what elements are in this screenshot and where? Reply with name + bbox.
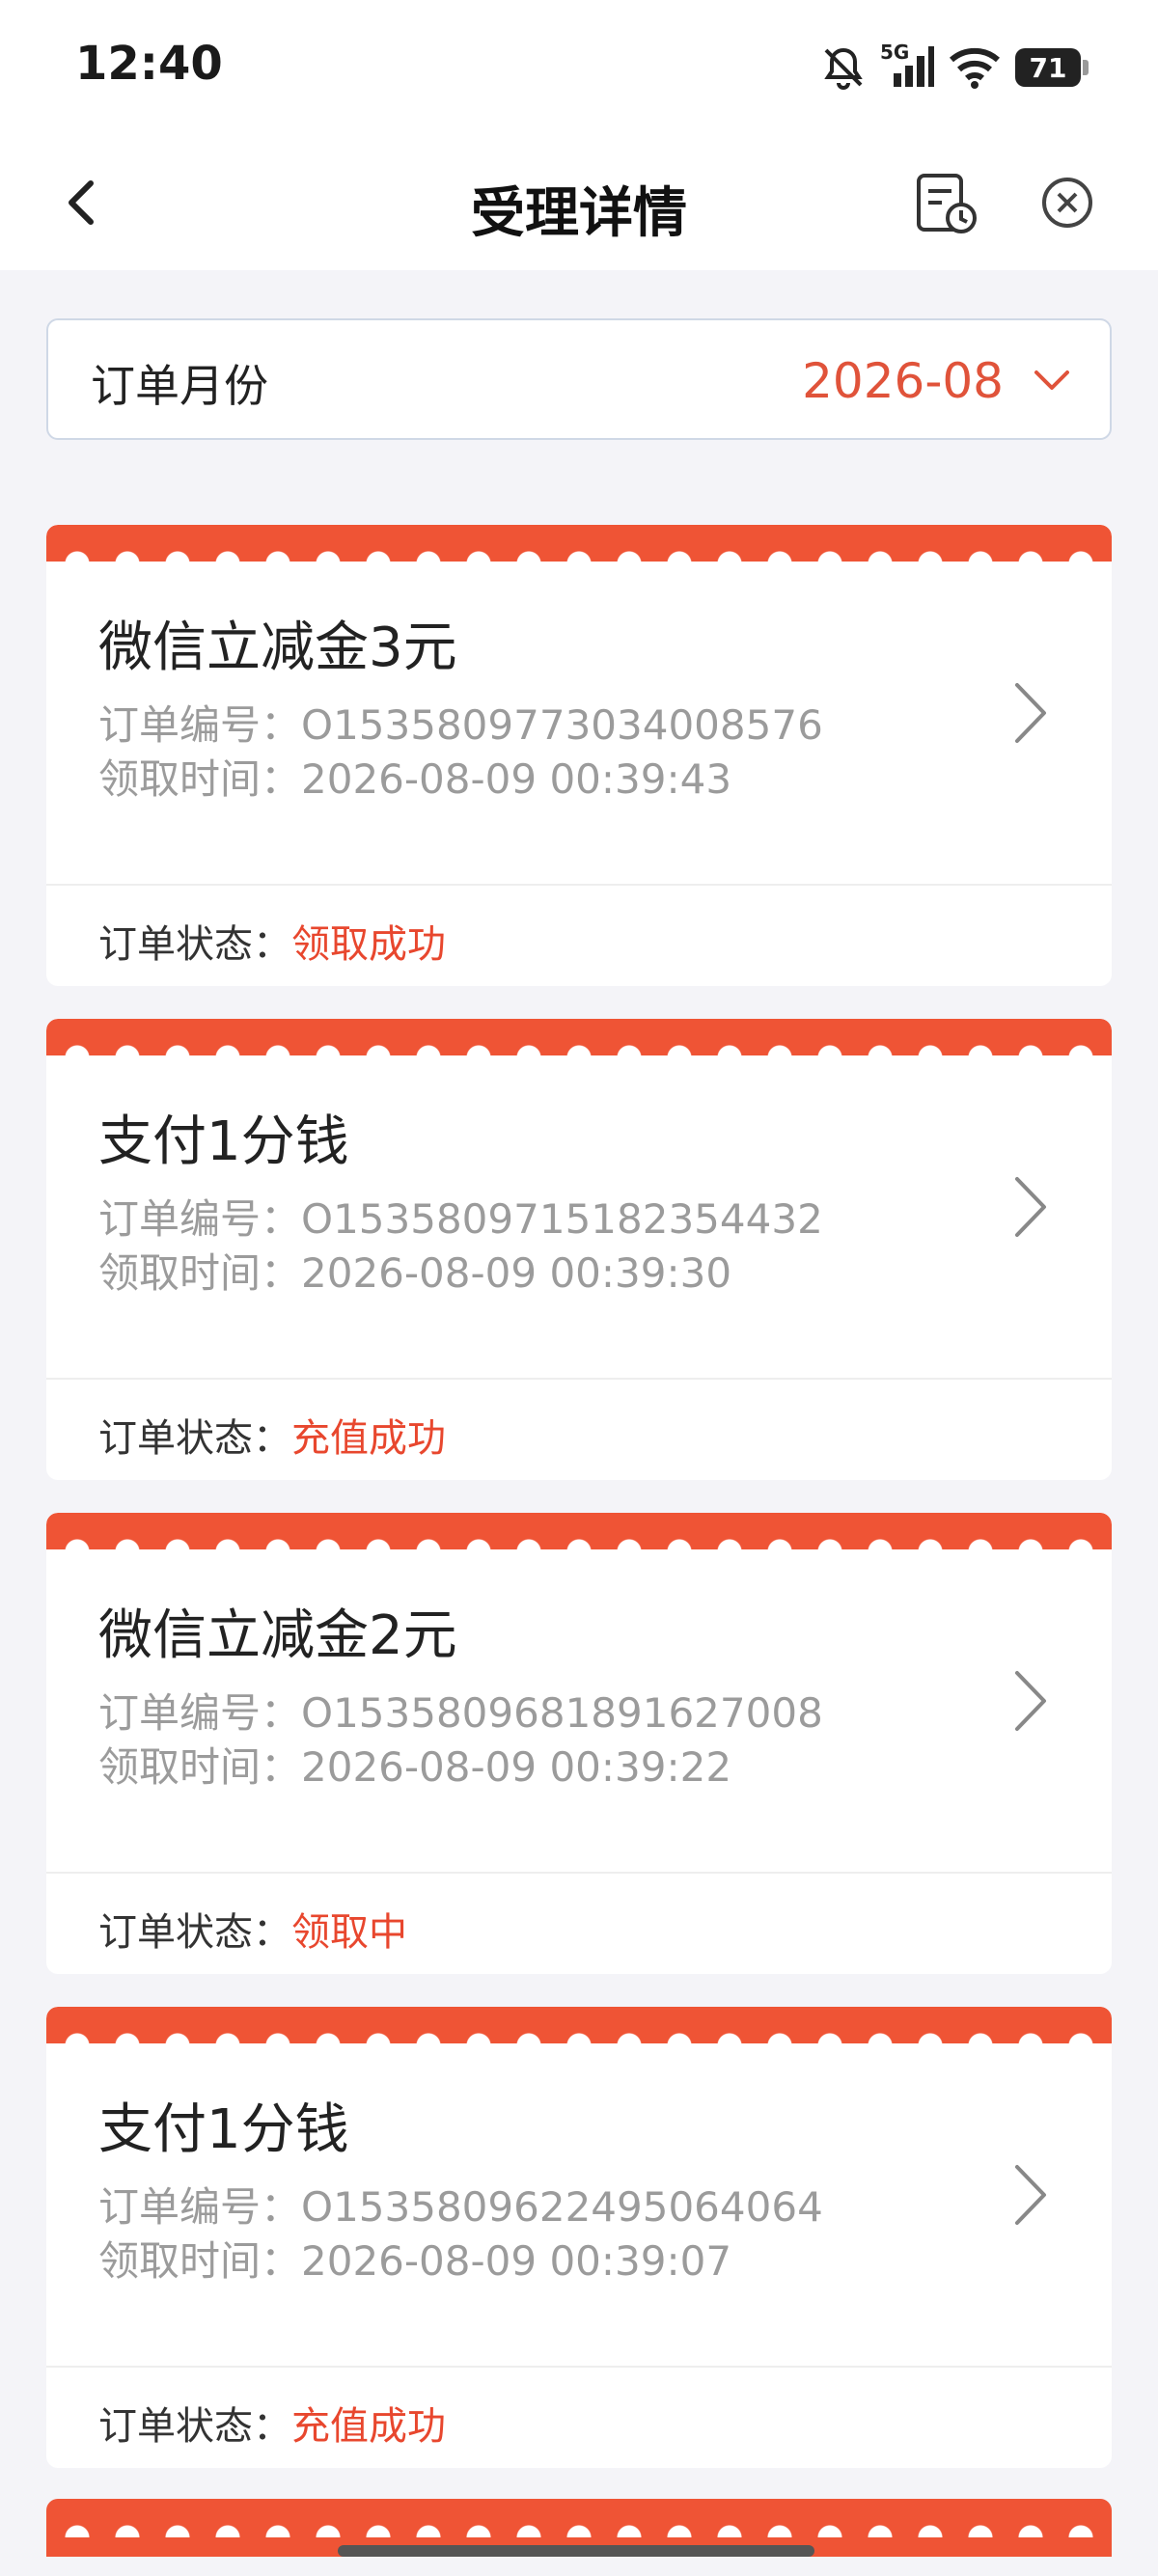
order-time: 2026-08-09 00:39:22 xyxy=(301,1743,732,1791)
month-filter[interactable]: 订单月份 2026-08 xyxy=(46,318,1112,440)
order-time-label: 领取时间： xyxy=(98,2237,302,2285)
order-card[interactable]: 支付1分钱 订单编号：O1535809715182354432 领取时间：202… xyxy=(46,1019,1112,1480)
history-icon[interactable] xyxy=(907,164,984,241)
order-number-row: 订单编号：O1535809622495064064 xyxy=(98,2175,823,2233)
divider xyxy=(46,1378,1112,1380)
order-status-label: 订单状态： xyxy=(98,1910,291,1955)
wifi-icon xyxy=(950,47,1000,89)
order-status: 充值成功 xyxy=(291,1416,446,1461)
order-card[interactable]: 微信立减金2元 订单编号：O1535809681891627008 领取时间：2… xyxy=(46,1513,1112,1974)
order-status-label: 订单状态： xyxy=(98,2404,291,2449)
mute-bell-icon xyxy=(824,47,863,90)
order-status-label: 订单状态： xyxy=(98,922,291,967)
order-time-label: 领取时间： xyxy=(98,755,302,803)
status-bar: 12:40 5G 71 xyxy=(0,0,1158,135)
nav-bar: 受理详情 xyxy=(0,135,1158,270)
order-status: 充值成功 xyxy=(291,2404,446,2449)
chevron-down-icon[interactable] xyxy=(1029,361,1075,399)
order-card[interactable]: 微信立减金3元 订单编号：O1535809773034008576 领取时间：2… xyxy=(46,525,1112,986)
order-number-label: 订单编号： xyxy=(98,2183,302,2231)
order-number: O1535809773034008576 xyxy=(301,701,823,749)
close-circle-icon[interactable] xyxy=(1029,164,1106,241)
order-time-label: 领取时间： xyxy=(98,1743,302,1791)
order-number-label: 订单编号： xyxy=(98,1689,302,1737)
order-time-row: 领取时间：2026-08-09 00:39:43 xyxy=(98,747,731,806)
order-status-row: 订单状态：充值成功 xyxy=(98,2395,446,2451)
order-number: O1535809622495064064 xyxy=(301,2183,823,2231)
order-number: O1535809715182354432 xyxy=(301,1195,823,1243)
order-time-row: 领取时间：2026-08-09 00:39:22 xyxy=(98,1735,731,1794)
order-number-label: 订单编号： xyxy=(98,1195,302,1243)
order-number-row: 订单编号：O1535809715182354432 xyxy=(98,1187,823,1246)
chevron-right-icon[interactable] xyxy=(1009,1173,1052,1241)
order-number: O1535809681891627008 xyxy=(301,1689,823,1737)
home-indicator[interactable] xyxy=(338,2545,814,2557)
order-time: 2026-08-09 00:39:43 xyxy=(301,755,732,803)
order-status-row: 订单状态：领取中 xyxy=(98,1901,407,1957)
chevron-right-icon[interactable] xyxy=(1009,1667,1052,1735)
chevron-right-icon[interactable] xyxy=(1009,2161,1052,2229)
order-status-row: 订单状态：充值成功 xyxy=(98,1407,446,1463)
order-number-row: 订单编号：O1535809773034008576 xyxy=(98,693,823,752)
order-status: 领取成功 xyxy=(291,922,446,967)
order-status: 领取中 xyxy=(291,1910,407,1955)
page-title: 受理详情 xyxy=(471,182,687,245)
order-time: 2026-08-09 00:39:30 xyxy=(301,1249,732,1297)
order-card[interactable]: 支付1分钱 订单编号：O1535809622495064064 领取时间：202… xyxy=(46,2007,1112,2468)
divider xyxy=(46,884,1112,886)
order-number-row: 订单编号：O1535809681891627008 xyxy=(98,1681,823,1740)
order-number-label: 订单编号： xyxy=(98,701,302,749)
divider xyxy=(46,1872,1112,1874)
order-title: 支付1分钱 xyxy=(98,1110,349,1173)
order-status-label: 订单状态： xyxy=(98,1416,291,1461)
order-title: 支付1分钱 xyxy=(98,2098,349,2161)
status-icons: 5G 71 xyxy=(820,39,1089,96)
divider xyxy=(46,2366,1112,2368)
order-title: 微信立减金3元 xyxy=(98,617,457,679)
order-time-row: 领取时间：2026-08-09 00:39:07 xyxy=(98,2229,731,2288)
order-time: 2026-08-09 00:39:07 xyxy=(301,2237,732,2285)
month-filter-value[interactable]: 2026-08 xyxy=(802,353,1004,409)
order-time-label: 领取时间： xyxy=(98,1249,302,1297)
month-filter-label: 订单月份 xyxy=(91,360,268,412)
status-time: 12:40 xyxy=(75,37,223,91)
order-time-row: 领取时间：2026-08-09 00:39:30 xyxy=(98,1241,731,1300)
order-status-row: 订单状态：领取成功 xyxy=(98,913,446,969)
chevron-right-icon[interactable] xyxy=(1009,679,1052,747)
signal-icon: 5G xyxy=(880,41,934,91)
battery-icon: 71 xyxy=(1015,48,1089,87)
order-title: 微信立减金2元 xyxy=(98,1604,457,1667)
